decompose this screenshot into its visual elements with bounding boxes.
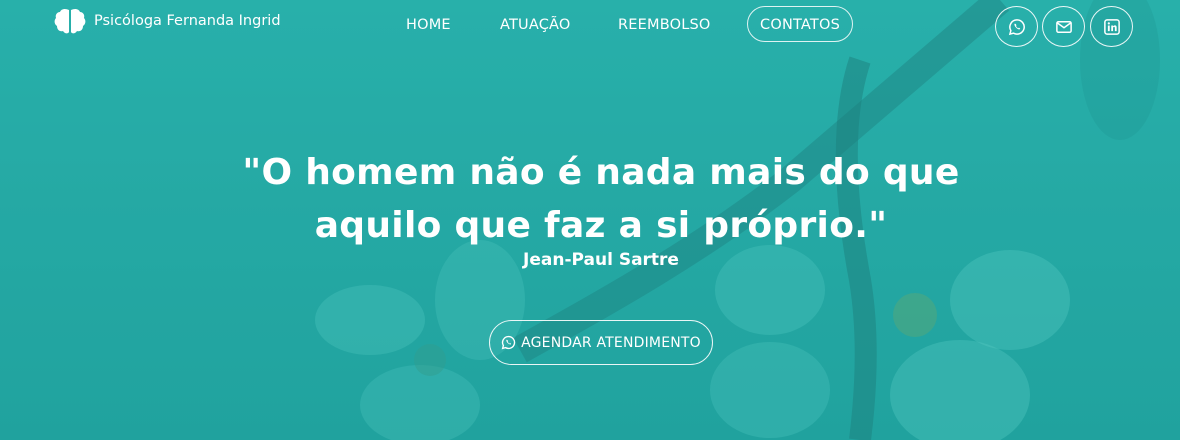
linkedin-icon bbox=[1103, 18, 1120, 35]
hero-quote: "O homem não é nada mais do que aquilo q… bbox=[0, 146, 1180, 252]
nav-contatos[interactable]: CONTATOS bbox=[747, 6, 853, 42]
whatsapp-icon bbox=[1008, 18, 1025, 35]
linkedin-button[interactable] bbox=[1090, 6, 1133, 47]
quote-line-1: "O homem não é nada mais do que bbox=[242, 152, 960, 193]
quote-line-2: aquilo que faz a si próprio." bbox=[314, 205, 888, 246]
envelope-icon bbox=[1055, 20, 1072, 33]
cta-label: AGENDAR ATENDIMENTO bbox=[521, 334, 701, 351]
nav-atuacao[interactable]: ATUAÇÃO bbox=[500, 17, 571, 33]
nav-home[interactable]: HOME bbox=[406, 17, 451, 33]
whatsapp-icon bbox=[501, 335, 516, 350]
email-button[interactable] bbox=[1042, 6, 1085, 47]
schedule-appointment-button[interactable]: AGENDAR ATENDIMENTO bbox=[489, 320, 713, 365]
quote-author: Jean-Paul Sartre bbox=[523, 250, 679, 270]
whatsapp-button[interactable] bbox=[995, 6, 1038, 47]
nav-reembolso[interactable]: REEMBOLSO bbox=[618, 17, 711, 33]
